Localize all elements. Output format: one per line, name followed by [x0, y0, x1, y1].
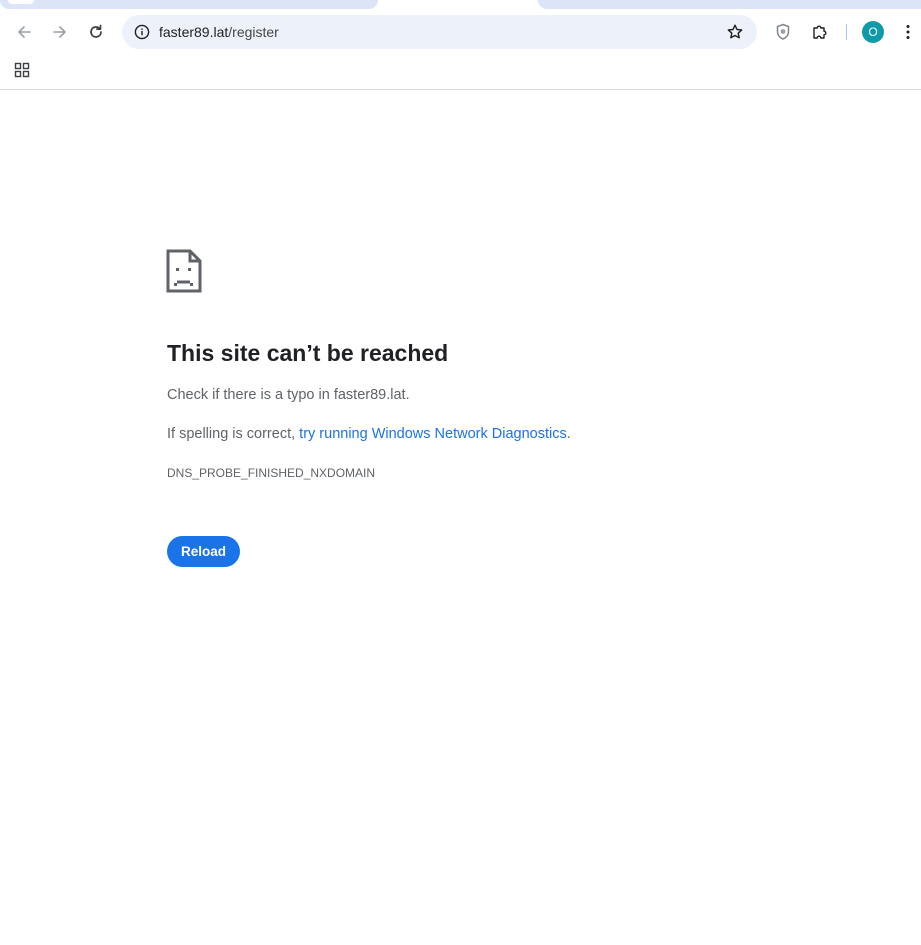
tab-strip: [0, 0, 921, 10]
extensions-button[interactable]: [806, 18, 834, 46]
back-button[interactable]: [8, 16, 40, 48]
error-typo-hint: Check if there is a typo in faster89.lat…: [167, 387, 410, 403]
kebab-menu-icon: [906, 25, 910, 39]
star-icon: [727, 24, 743, 39]
url-text[interactable]: faster89.lat/register: [159, 24, 279, 40]
profile-avatar[interactable]: O: [862, 21, 884, 43]
error-code: DNS_PROBE_FINISHED_NXDOMAIN: [167, 466, 376, 480]
inactive-tab-left[interactable]: [0, 0, 378, 9]
diagnostics-prefix: If spelling is correct,: [167, 426, 300, 442]
puzzle-icon: [813, 25, 827, 39]
arrow-left-icon: [18, 26, 31, 38]
forward-button[interactable]: [44, 16, 76, 48]
browser-toolbar: faster89.lat/register O: [0, 10, 921, 54]
address-bar[interactable]: faster89.lat/register: [122, 15, 757, 49]
apps-button[interactable]: [12, 60, 32, 80]
shield-extension-button[interactable]: [769, 18, 797, 46]
profile-initial: O: [868, 25, 878, 39]
error-diagnostics-hint: If spelling is correct, try running Wind…: [167, 426, 571, 442]
arrow-right-icon: [53, 26, 66, 38]
apps-grid-icon: [14, 62, 30, 78]
reload-icon: [90, 24, 102, 38]
shield-icon: [776, 23, 790, 40]
error-page: This site can’t be reached Check if ther…: [0, 90, 921, 945]
diagnostics-suffix: .: [566, 426, 571, 442]
network-diagnostics-link[interactable]: try running Windows Network Diagnostics: [299, 426, 567, 442]
url-host: faster89.lat: [159, 24, 229, 40]
tab-favicon: [8, 0, 34, 4]
error-title: This site can’t be reached: [167, 340, 449, 366]
sad-page-icon: [166, 249, 202, 293]
bookmarks-bar: [0, 54, 921, 90]
browser-menu-button[interactable]: [898, 18, 918, 46]
bookmark-button[interactable]: [723, 20, 747, 44]
inactive-tab-right[interactable]: [538, 0, 921, 9]
reload-button[interactable]: [80, 16, 112, 48]
site-info-button[interactable]: [130, 20, 154, 44]
info-icon: [134, 24, 150, 40]
url-path: /register: [228, 24, 279, 40]
toolbar-divider: [846, 24, 847, 40]
reload-page-button[interactable]: Reload: [167, 536, 240, 567]
